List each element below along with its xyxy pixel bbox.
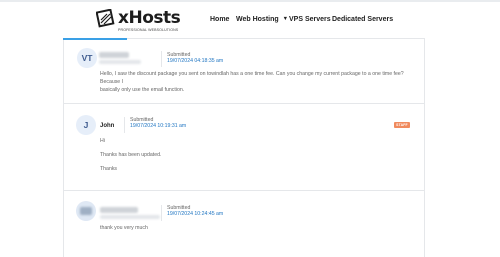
reply-body-line: Thanks xyxy=(100,166,118,172)
submitted-date: 19/07/2024 10:24:45 am xyxy=(167,211,224,217)
main-nav: Home Web Hosting ▼ VPS Servers Dedicated … xyxy=(0,16,500,28)
reply-body-line: Thanks has been updated. xyxy=(100,152,162,158)
reply-separator xyxy=(64,103,424,104)
author-name: John xyxy=(100,123,115,129)
redacted-name xyxy=(100,207,138,213)
avatar: J xyxy=(76,115,96,135)
nav-item-home[interactable]: Home xyxy=(210,16,229,23)
submitted-date: 19/07/2024 04:18:35 am xyxy=(167,58,224,64)
logo-tagline: PROFESSIONAL WEBSOLUTIONS xyxy=(118,28,179,32)
redacted-subtext xyxy=(100,215,160,219)
site-header: xHosts PROFESSIONAL WEBSOLUTIONS Home We… xyxy=(0,2,500,38)
redacted-name xyxy=(99,52,129,58)
nav-item-dedicated-servers[interactable]: Dedicated Servers xyxy=(332,16,393,23)
reply-body: Hello, I saw the discount package you se… xyxy=(100,71,404,93)
staff-badge: STAFF xyxy=(394,122,410,128)
divider xyxy=(161,51,162,67)
chevron-down-icon: ▼ xyxy=(282,16,289,22)
avatar: VT xyxy=(77,48,97,68)
nav-item-vps-servers[interactable]: VPS Servers xyxy=(289,16,331,23)
reply-body-line: thank you very much xyxy=(100,225,148,231)
reply-body-line: Hi xyxy=(100,138,105,144)
divider xyxy=(124,117,125,133)
divider xyxy=(161,205,162,221)
nav-item-web-hosting[interactable]: Web Hosting ▼ xyxy=(236,16,288,23)
avatar xyxy=(76,201,96,221)
submitted-date: 19/07/2024 10:19:31 am xyxy=(130,123,187,129)
reply-separator xyxy=(64,190,424,191)
card-accent-bar xyxy=(63,38,127,40)
redacted-subtext xyxy=(99,60,141,64)
